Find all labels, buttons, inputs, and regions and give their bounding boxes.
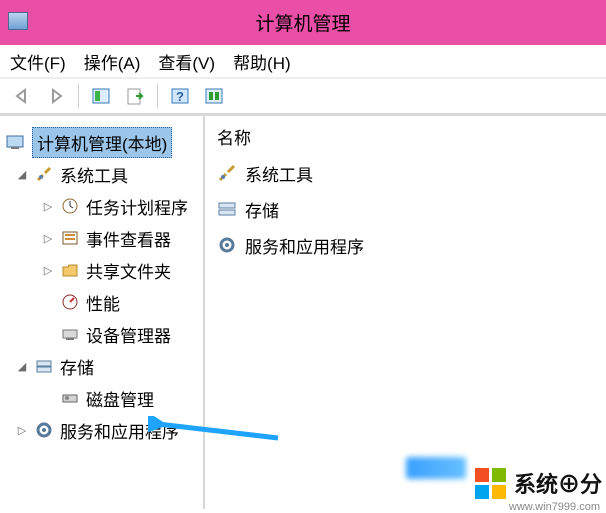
- svg-text:?: ?: [176, 89, 184, 104]
- expand-icon[interactable]: ▷: [42, 232, 54, 245]
- tools-icon: [34, 164, 54, 184]
- menu-help[interactable]: 帮助(H): [233, 49, 291, 74]
- event-viewer-icon: [60, 228, 80, 248]
- performance-icon: [60, 292, 80, 312]
- list-pane: 名称 系统工具 存储 服务和应用程序: [205, 116, 606, 509]
- toolbar: ?: [0, 77, 606, 115]
- list-item-storage[interactable]: 存储: [217, 191, 594, 227]
- computer-mgmt-icon: [6, 132, 26, 152]
- tree-shared-folders[interactable]: ▷ 共享文件夹: [6, 254, 197, 286]
- label-system-tools: 系统工具: [60, 162, 128, 187]
- label-event-viewer: 事件查看器: [86, 226, 171, 251]
- storage-icon: [34, 356, 54, 376]
- tree-pane: 计算机管理(本地) ◢ 系统工具 ▷ 任务计划程序 ▷: [0, 116, 205, 509]
- help-button[interactable]: ?: [164, 81, 196, 111]
- shared-folder-icon: [60, 260, 80, 280]
- watermark: 系统⊕分: [475, 467, 602, 499]
- menu-file[interactable]: 文件(F): [10, 49, 66, 74]
- blurred-region: [406, 457, 466, 479]
- tree-root-label: 计算机管理(本地): [32, 127, 172, 158]
- list-item-label: 存储: [245, 197, 279, 222]
- tree-performance[interactable]: ▷ 性能: [6, 286, 197, 318]
- clock-icon: [60, 196, 80, 216]
- tree-services-apps[interactable]: ▷ 服务和应用程序: [6, 414, 197, 446]
- label-performance: 性能: [86, 290, 120, 315]
- list-item-services-apps[interactable]: 服务和应用程序: [217, 227, 594, 263]
- list-item-system-tools[interactable]: 系统工具: [217, 155, 594, 191]
- label-shared-folders: 共享文件夹: [86, 258, 171, 283]
- tree-task-scheduler[interactable]: ▷ 任务计划程序: [6, 190, 197, 222]
- label-task-scheduler: 任务计划程序: [86, 194, 188, 219]
- device-manager-icon: [60, 324, 80, 344]
- back-button[interactable]: [6, 81, 38, 111]
- show-hide-tree-button[interactable]: [85, 81, 117, 111]
- tree-disk-management[interactable]: ▷ 磁盘管理: [6, 382, 197, 414]
- menubar: 文件(F) 操作(A) 查看(V) 帮助(H): [0, 45, 606, 77]
- toolbar-separator-2: [157, 84, 158, 108]
- disk-mgmt-icon: [60, 388, 80, 408]
- menu-action[interactable]: 操作(A): [84, 49, 141, 74]
- label-services-apps: 服务和应用程序: [60, 418, 179, 443]
- expand-icon[interactable]: ▷: [42, 200, 54, 213]
- watermark-url: www.win7999.com: [509, 501, 600, 513]
- toolbar-separator: [78, 84, 79, 108]
- label-device-manager: 设备管理器: [86, 322, 171, 347]
- forward-button[interactable]: [40, 81, 72, 111]
- export-list-button[interactable]: [119, 81, 151, 111]
- storage-icon: [217, 199, 237, 219]
- label-disk-mgmt: 磁盘管理: [86, 386, 154, 411]
- tree-storage[interactable]: ◢ 存储: [6, 350, 197, 382]
- watermark-logo-icon: [475, 468, 506, 499]
- tree-device-manager[interactable]: ▷ 设备管理器: [6, 318, 197, 350]
- collapse-icon[interactable]: ◢: [16, 360, 28, 373]
- app-icon: [8, 12, 28, 30]
- titlebar: 计算机管理: [0, 0, 606, 45]
- list-item-label: 系统工具: [245, 161, 313, 186]
- collapse-icon[interactable]: ◢: [16, 168, 28, 181]
- watermark-text: 系统⊕分: [514, 467, 602, 499]
- tree-root-node[interactable]: 计算机管理(本地): [6, 126, 197, 158]
- services-icon: [217, 235, 237, 255]
- services-icon: [34, 420, 54, 440]
- properties-button[interactable]: [198, 81, 230, 111]
- expand-icon[interactable]: ▷: [42, 264, 54, 277]
- column-header-name[interactable]: 名称: [217, 124, 594, 155]
- tree-system-tools[interactable]: ◢ 系统工具: [6, 158, 197, 190]
- tree-event-viewer[interactable]: ▷ 事件查看器: [6, 222, 197, 254]
- content-area: 计算机管理(本地) ◢ 系统工具 ▷ 任务计划程序 ▷: [0, 115, 606, 509]
- list-item-label: 服务和应用程序: [245, 233, 364, 258]
- window-title: 计算机管理: [255, 9, 350, 36]
- label-storage: 存储: [60, 354, 94, 379]
- menu-view[interactable]: 查看(V): [158, 49, 215, 74]
- expand-icon[interactable]: ▷: [16, 424, 28, 437]
- tools-icon: [217, 163, 237, 183]
